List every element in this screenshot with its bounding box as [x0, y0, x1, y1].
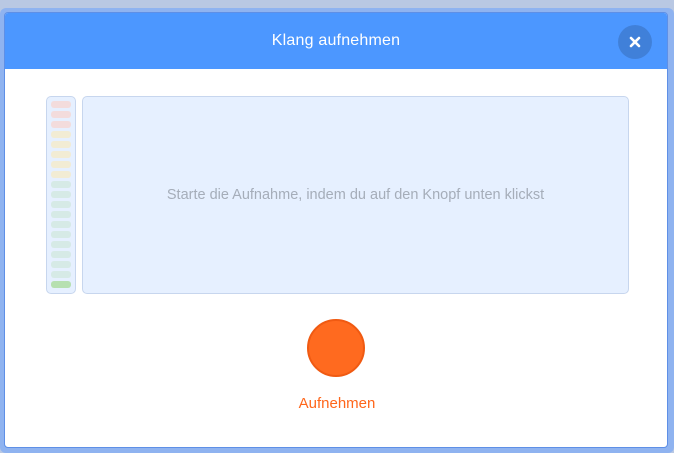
- meter-segment: [51, 211, 71, 218]
- meter-segment: [51, 111, 71, 118]
- meter-segment: [51, 161, 71, 168]
- meter-segment: [51, 141, 71, 148]
- meter-segment: [51, 261, 71, 268]
- level-meter: [46, 96, 76, 294]
- meter-segment: [51, 171, 71, 178]
- record-sound-dialog: Klang aufnehmen Starte die Aufnahme, ind…: [4, 12, 668, 448]
- meter-segment: [51, 151, 71, 158]
- meter-segment: [51, 201, 71, 208]
- meter-segment: [51, 231, 71, 238]
- meter-segment: [51, 191, 71, 198]
- close-icon: [629, 36, 641, 48]
- close-button[interactable]: [618, 25, 652, 59]
- meter-segment: [51, 131, 71, 138]
- meter-segment: [51, 271, 71, 278]
- meter-segment: [51, 221, 71, 228]
- meter-segment: [51, 241, 71, 248]
- recording-instruction: Starte die Aufnahme, indem du auf den Kn…: [166, 187, 545, 203]
- meter-segment: [51, 101, 71, 108]
- record-button-label[interactable]: Aufnehmen: [237, 395, 437, 412]
- meter-segment: [51, 121, 71, 128]
- meter-segment: [51, 181, 71, 188]
- meter-segment: [51, 281, 71, 288]
- meter-segment: [51, 251, 71, 258]
- dialog-header: Klang aufnehmen: [5, 13, 667, 69]
- record-button[interactable]: [307, 319, 365, 377]
- recording-area: Starte die Aufnahme, indem du auf den Kn…: [82, 96, 629, 294]
- dialog-title: Klang aufnehmen: [271, 32, 401, 49]
